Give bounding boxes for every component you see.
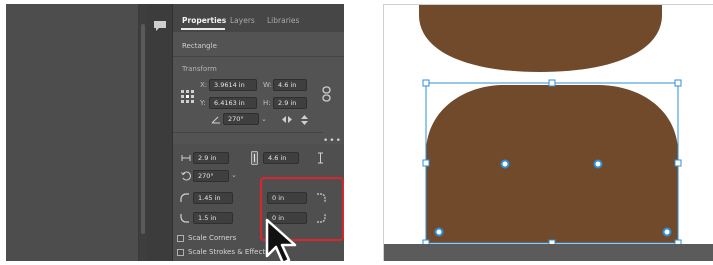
flip-horizontal-icon[interactable] xyxy=(281,115,293,124)
rectangle-height-icon xyxy=(318,152,323,164)
corner-top-left-icon xyxy=(180,193,189,202)
document-canvas-area xyxy=(6,4,139,261)
rotate-angle-icon xyxy=(211,116,220,124)
width-field[interactable]: 4.6 in xyxy=(273,79,307,91)
object-type-label: Rectangle xyxy=(182,42,217,50)
upper-shape xyxy=(419,5,662,72)
scale-corners-label: Scale Corners xyxy=(188,234,237,242)
handle-middle-right xyxy=(674,159,682,167)
corner-widget-bottom-left xyxy=(434,227,444,237)
handle-top-left xyxy=(422,79,430,87)
height-field[interactable]: 2.9 in xyxy=(273,97,307,109)
divider xyxy=(173,56,344,57)
scrollbar-thumb[interactable] xyxy=(141,24,145,234)
y-label: Y: xyxy=(200,99,206,107)
w-label: W: xyxy=(263,81,272,89)
corner-widget-top-left xyxy=(500,159,510,169)
collapsed-panel-dock xyxy=(147,4,173,261)
rotate-field[interactable]: 270° xyxy=(223,113,259,125)
handle-top-middle xyxy=(548,79,556,87)
corner-widget-bottom-right xyxy=(662,227,672,237)
illustrator-ui-screenshot: Properties Layers Libraries Rectangle Tr… xyxy=(6,4,344,261)
tab-layers[interactable]: Layers xyxy=(230,16,255,25)
flip-vertical-icon[interactable] xyxy=(300,114,309,126)
corner-radius-bottom-left-field[interactable]: 1.5 in xyxy=(193,212,233,224)
corner-radius-top-left-field[interactable]: 1.45 in xyxy=(193,192,233,204)
h-label: H: xyxy=(263,99,271,107)
rectangle-height-field[interactable]: 4.6 in xyxy=(263,152,299,164)
transform-section-title: Transform xyxy=(182,65,217,73)
rectangle-rotation-chevron-icon[interactable]: ⌄ xyxy=(231,171,237,179)
rectangle-width-icon xyxy=(181,155,191,161)
x-position-field[interactable]: 3.9614 in xyxy=(209,79,257,91)
tab-libraries[interactable]: Libraries xyxy=(267,16,299,25)
handle-top-right xyxy=(674,79,682,87)
scale-strokes-checkbox[interactable] xyxy=(177,248,184,256)
scale-corners-option[interactable]: Scale Corners xyxy=(177,234,236,242)
constrain-proportions-link-icon[interactable] xyxy=(322,86,331,102)
divider xyxy=(173,132,323,133)
handle-middle-left xyxy=(422,159,430,167)
tab-properties[interactable]: Properties xyxy=(182,16,226,25)
rectangle-rotate-icon xyxy=(181,171,191,181)
rectangle-link-icon[interactable] xyxy=(251,151,258,165)
scale-strokes-label: Scale Strokes & Effects xyxy=(188,248,269,256)
y-position-field[interactable]: 6.4163 in xyxy=(209,97,257,109)
comment-icon[interactable] xyxy=(153,20,167,32)
cursor-icon xyxy=(265,218,297,261)
vertical-scrollbar[interactable] xyxy=(139,4,147,261)
rotate-dropdown-chevron-icon[interactable]: ⌄ xyxy=(261,115,267,123)
panel-tab-bar: Properties Layers Libraries xyxy=(173,4,344,32)
rectangle-width-field[interactable]: 2.9 in xyxy=(193,152,229,164)
reference-point-icon[interactable] xyxy=(181,90,194,103)
artboard-view xyxy=(383,4,713,261)
scale-strokes-option[interactable]: Scale Strokes & Effects xyxy=(177,248,269,256)
x-label: X: xyxy=(200,81,208,89)
selected-rounded-rectangle xyxy=(426,85,678,243)
corner-bottom-left-icon xyxy=(180,214,189,223)
rectangle-rotation-field[interactable]: 270° xyxy=(193,170,229,182)
active-tab-indicator xyxy=(181,28,225,30)
scale-corners-checkbox[interactable] xyxy=(177,234,184,242)
artboard-canvas xyxy=(419,5,682,247)
corner-widget-top-right xyxy=(593,159,603,169)
pasteboard-area xyxy=(384,244,713,261)
